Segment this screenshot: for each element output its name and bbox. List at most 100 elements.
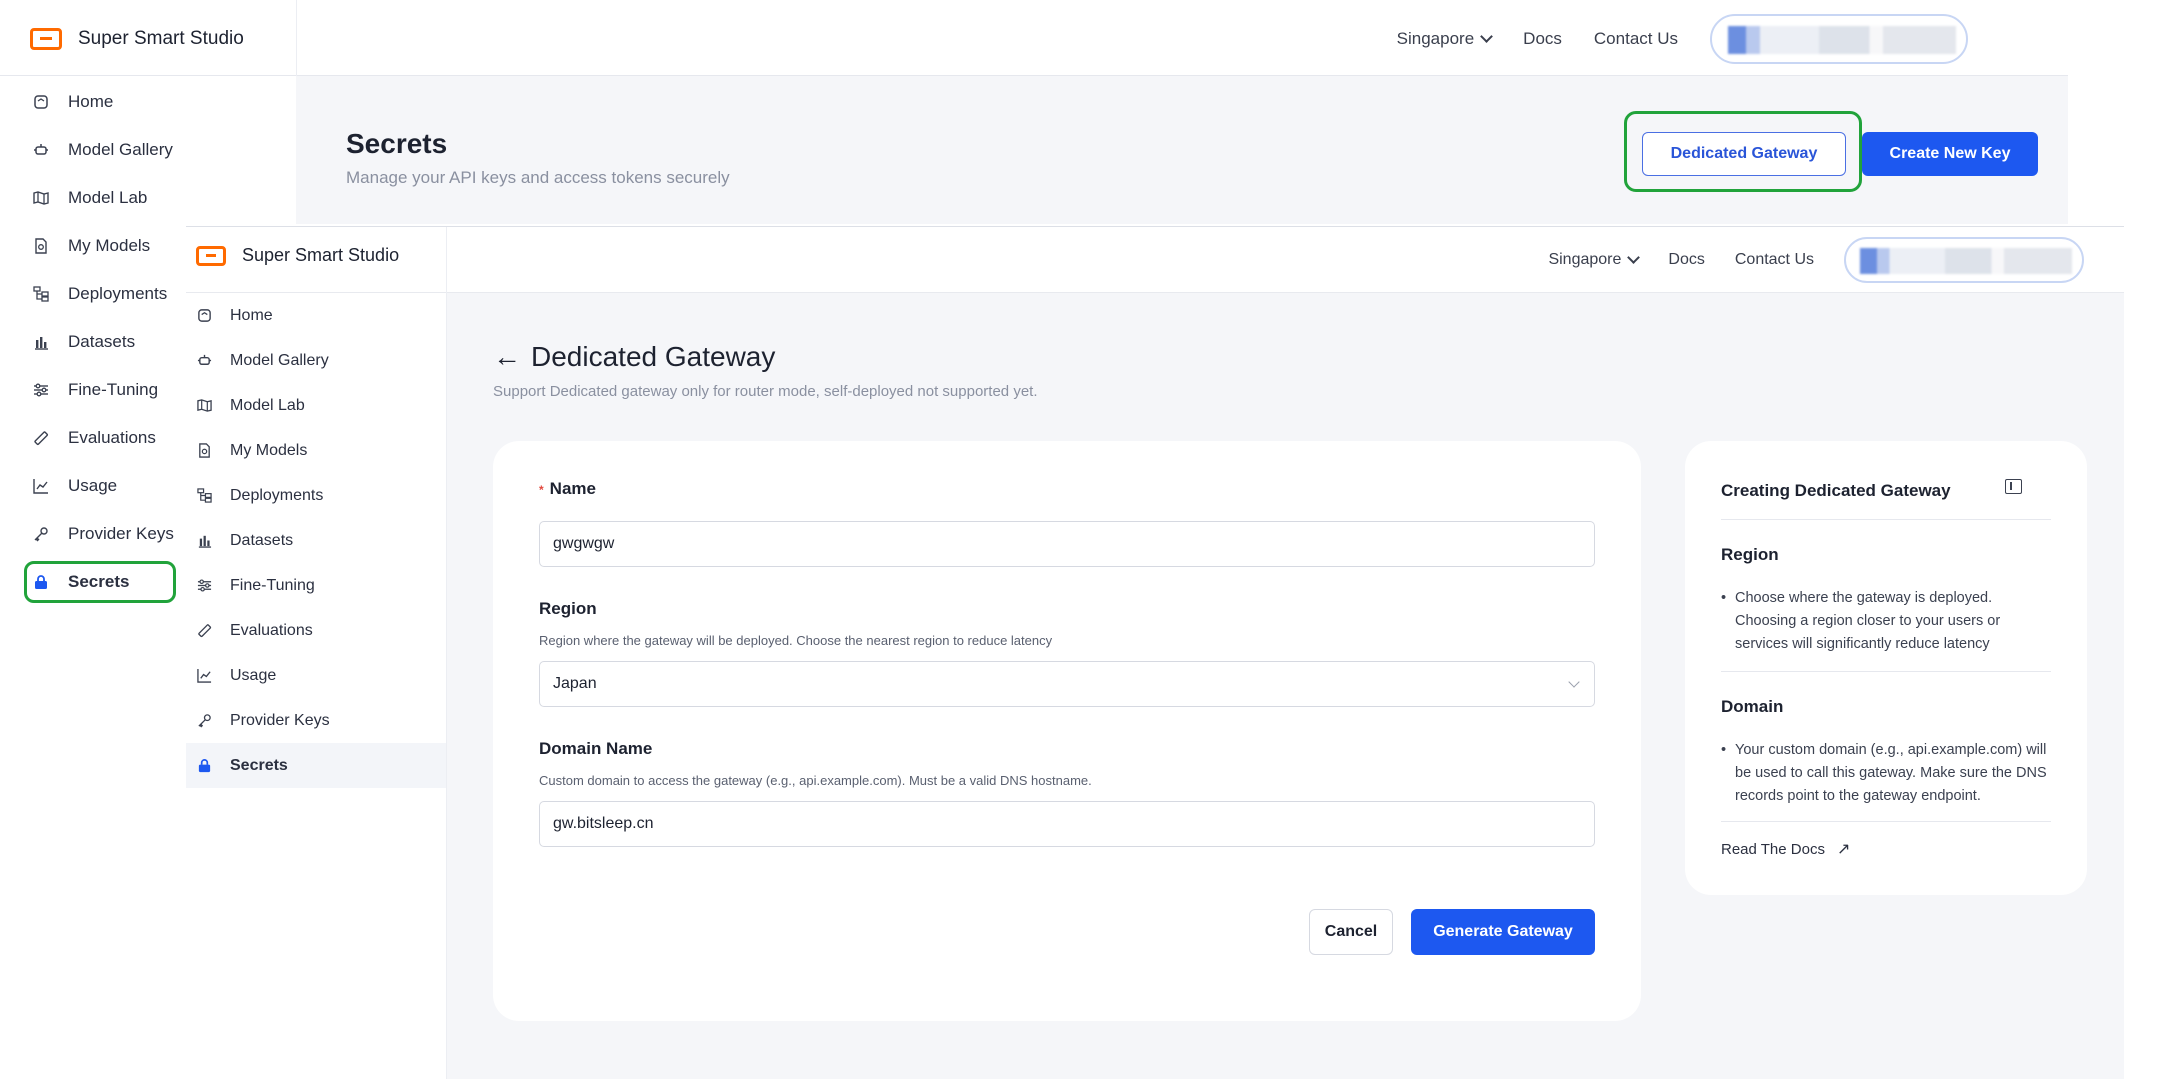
- sidebar: Home Model Gallery Model Lab My Models D…: [186, 293, 446, 788]
- name-label: * Name: [539, 479, 596, 499]
- sidebar-item-model-lab[interactable]: Model Lab: [186, 383, 446, 428]
- ruler-icon: [32, 429, 50, 447]
- user-account-pill[interactable]: [1844, 237, 2084, 283]
- domain-input-value: gw.bitsleep.cn: [553, 815, 654, 832]
- sidebar-item-deployments[interactable]: Deployments: [0, 270, 190, 318]
- sidebar-item-model-gallery[interactable]: Model Gallery: [0, 126, 190, 174]
- contact-us-link[interactable]: Contact Us: [1735, 251, 1814, 269]
- page-title: Secrets: [346, 128, 448, 159]
- divider: [296, 0, 297, 76]
- redacted-user-info: [1860, 248, 2072, 274]
- sidebar-item-model-gallery[interactable]: Model Gallery: [186, 338, 446, 383]
- bar-chart-icon: [196, 533, 212, 549]
- back-arrow-icon[interactable]: ←: [493, 343, 521, 371]
- region-selector[interactable]: Singapore: [1548, 251, 1641, 269]
- contact-us-link[interactable]: Contact Us: [1594, 29, 1678, 49]
- sidebar-item-label: Datasets: [68, 332, 136, 351]
- docs-link[interactable]: Docs: [1523, 29, 1562, 49]
- chevron-down-icon: [1480, 30, 1494, 43]
- read-the-docs-link[interactable]: Read The Docs ↗: [1721, 839, 1850, 859]
- sidebar-item-home[interactable]: Home: [186, 293, 446, 338]
- domain-help-text: Custom domain to access the gateway (e.g…: [539, 773, 1092, 788]
- chevron-down-icon: [1627, 251, 1641, 264]
- highlight-dedicated-gateway: [1624, 111, 1862, 192]
- docs-link[interactable]: Docs: [1668, 251, 1704, 269]
- sidebar-item-my-models[interactable]: My Models: [186, 428, 446, 473]
- cancel-button[interactable]: Cancel: [1309, 909, 1393, 955]
- divider: [1721, 519, 2051, 520]
- sidebar-item-label: Usage: [230, 666, 277, 684]
- brand-logo-icon: [30, 28, 62, 50]
- sidebar-item-label: Provider Keys: [68, 524, 174, 543]
- sidebar-item-label: Home: [230, 306, 273, 324]
- sidebar-item-label: Home: [68, 92, 114, 111]
- help-region-text: Choose where the gateway is deployed. Ch…: [1721, 587, 2051, 656]
- sidebar-item-fine-tuning[interactable]: Fine-Tuning: [186, 563, 446, 608]
- sidebar-item-fine-tuning[interactable]: Fine-Tuning: [0, 366, 190, 414]
- divider: [1721, 671, 2051, 672]
- domain-input[interactable]: gw.bitsleep.cn: [539, 801, 1595, 847]
- sidebar-item-label: Usage: [68, 476, 118, 495]
- sidebar-item-label: Model Lab: [68, 188, 148, 207]
- top-nav: Singapore Docs Contact Us: [1397, 14, 1968, 64]
- sidebar-item-datasets[interactable]: Datasets: [186, 518, 446, 563]
- sidebar-item-secrets[interactable]: Secrets: [186, 743, 446, 788]
- top-bar: Super Smart Studio Singapore Docs Contac…: [0, 0, 2068, 76]
- sidebar-item-evaluations[interactable]: Evaluations: [186, 608, 446, 653]
- user-account-pill[interactable]: [1710, 14, 1968, 64]
- sidebar: Home Model Gallery Model Lab My Models D…: [0, 76, 190, 606]
- key-icon: [196, 713, 212, 729]
- sidebar-item-label: Provider Keys: [230, 711, 330, 729]
- top-bar: Super Smart Studio Singapore Docs Contac…: [186, 227, 2124, 293]
- bar-chart-icon: [32, 333, 50, 351]
- sidebar-item-label: My Models: [230, 441, 308, 459]
- sidebar-item-label: Model Lab: [230, 396, 305, 414]
- brand-name: Super Smart Studio: [242, 245, 400, 265]
- sidebar-item-label: Deployments: [230, 486, 324, 504]
- sidebar-item-model-lab[interactable]: Model Lab: [0, 174, 190, 222]
- page-subtitle: Manage your API keys and access tokens s…: [346, 168, 730, 187]
- sidebar-item-deployments[interactable]: Deployments: [186, 473, 446, 518]
- sidebar-item-label: Fine-Tuning: [68, 380, 159, 399]
- generate-gateway-button[interactable]: Generate Gateway: [1411, 909, 1595, 955]
- create-new-key-button[interactable]: Create New Key: [1862, 132, 2038, 176]
- read-the-docs-label: Read The Docs: [1721, 840, 1825, 858]
- sidebar-item-provider-keys[interactable]: Provider Keys: [0, 510, 190, 558]
- redacted-user-info: [1728, 26, 1956, 54]
- region-label: Singapore: [1396, 29, 1475, 48]
- name-input[interactable]: gwgwgw: [539, 521, 1595, 567]
- collapse-panel-icon[interactable]: [2005, 479, 2022, 494]
- brand[interactable]: Super Smart Studio: [196, 245, 399, 266]
- sidebar-item-label: My Models: [68, 236, 151, 255]
- sidebar-item-usage[interactable]: Usage: [186, 653, 446, 698]
- sidebar-item-evaluations[interactable]: Evaluations: [0, 414, 190, 462]
- page-heading: ← Dedicated Gateway: [493, 341, 775, 373]
- sidebar-item-label: Datasets: [230, 531, 294, 549]
- model-file-icon: [196, 443, 212, 459]
- brand[interactable]: Super Smart Studio: [30, 22, 244, 56]
- region-select[interactable]: Japan: [539, 661, 1595, 707]
- required-mark: *: [539, 482, 544, 497]
- sidebar-item-usage[interactable]: Usage: [0, 462, 190, 510]
- key-icon: [32, 525, 50, 543]
- region-selector[interactable]: Singapore: [1396, 29, 1494, 49]
- sidebar-item-provider-keys[interactable]: Provider Keys: [186, 698, 446, 743]
- brand-name: Super Smart Studio: [78, 28, 244, 49]
- sidebar-item-label: Secrets: [230, 756, 288, 774]
- right-margin: [2124, 226, 2164, 1092]
- model-file-icon: [32, 237, 50, 255]
- sidebar-item-my-models[interactable]: My Models: [0, 222, 190, 270]
- home-icon: [32, 93, 50, 111]
- sidebar-item-label: Model Gallery: [68, 140, 173, 159]
- dedicated-gateway-screen: Super Smart Studio Singapore Docs Contac…: [186, 226, 2124, 1079]
- sidebar-item-home[interactable]: Home: [0, 78, 190, 126]
- sidebar-item-label: Deployments: [68, 284, 168, 303]
- help-region-heading: Region: [1721, 545, 1779, 564]
- region-label: Singapore: [1548, 251, 1622, 268]
- sidebar-item-datasets[interactable]: Datasets: [0, 318, 190, 366]
- robot-icon: [196, 353, 212, 369]
- main-content: ← Dedicated Gateway Support Dedicated ga…: [447, 293, 2124, 1079]
- robot-icon: [32, 141, 50, 159]
- sidebar-item-label: Model Gallery: [230, 351, 329, 369]
- map-icon: [196, 398, 212, 414]
